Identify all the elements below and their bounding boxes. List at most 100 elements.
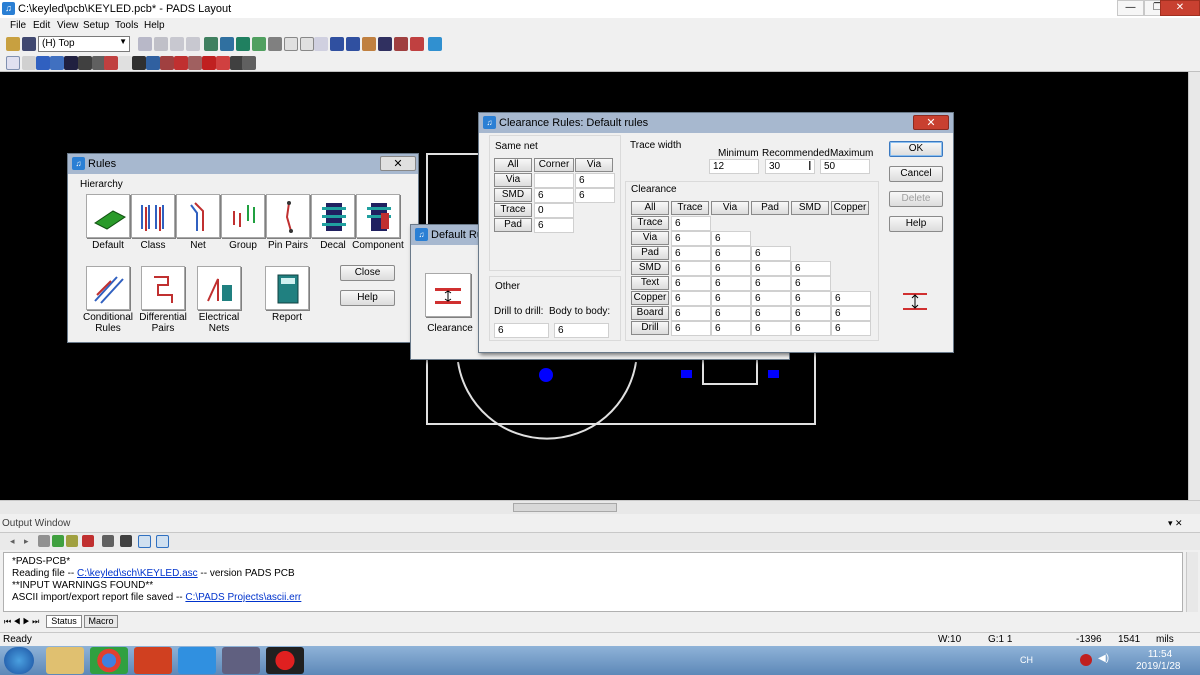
undo-icon[interactable]: [284, 37, 298, 51]
clearance-col-all-button[interactable]: All: [631, 201, 669, 215]
clearance-cell[interactable]: 6: [791, 261, 831, 276]
select-line-icon[interactable]: [22, 56, 36, 70]
print-icon[interactable]: [102, 535, 114, 547]
minimum-input[interactable]: 12: [709, 159, 759, 174]
same-net-cell[interactable]: 0: [534, 203, 574, 218]
select-shapes-icon[interactable]: [216, 56, 230, 70]
language-indicator[interactable]: CH: [1020, 655, 1033, 665]
pads-layout-icon[interactable]: [178, 647, 216, 674]
differential-pairs-button[interactable]: [141, 266, 185, 310]
clearance-cell[interactable]: 6: [751, 291, 791, 306]
output-scrollbar[interactable]: [1186, 552, 1198, 612]
select-keepouts-icon[interactable]: [104, 56, 118, 70]
copy-icon[interactable]: [138, 37, 152, 51]
powerpoint-icon[interactable]: [134, 647, 172, 674]
same-net-cell[interactable]: [534, 173, 574, 188]
properties-icon[interactable]: [170, 37, 184, 51]
clearance-row-board-button[interactable]: Board: [631, 306, 669, 320]
same-net-cell[interactable]: 6: [575, 188, 615, 203]
chrome-icon[interactable]: [90, 647, 128, 674]
clearance-col-pad-button[interactable]: Pad: [751, 201, 789, 215]
close-button[interactable]: Close: [340, 265, 395, 281]
same-net-row-smd-button[interactable]: SMD: [494, 188, 532, 202]
clearance-row-trace-button[interactable]: Trace: [631, 216, 669, 230]
clearance-cell[interactable]: 6: [751, 261, 791, 276]
tab-macro[interactable]: Macro: [84, 615, 118, 628]
clearance-row-drill-button[interactable]: Drill: [631, 321, 669, 335]
component-rules-button[interactable]: [356, 194, 400, 238]
select-board-icon[interactable]: [160, 56, 174, 70]
clearance-row-via-button[interactable]: Via: [631, 231, 669, 245]
report-icon[interactable]: [410, 37, 424, 51]
menu-view[interactable]: View: [57, 20, 79, 31]
clearance-col-via-button[interactable]: Via: [711, 201, 749, 215]
help-button[interactable]: Help: [889, 216, 943, 232]
clearance-cell[interactable]: 6: [831, 291, 871, 306]
explorer-icon[interactable]: [46, 647, 84, 674]
menu-setup[interactable]: Setup: [83, 20, 109, 31]
maximum-input[interactable]: 50: [820, 159, 870, 174]
file-link[interactable]: C:\PADS Projects\ascii.err: [185, 592, 301, 603]
menu-edit[interactable]: Edit: [33, 20, 50, 31]
same-net-via-button[interactable]: Via: [575, 158, 613, 172]
redraw-icon[interactable]: [346, 37, 360, 51]
net-rules-button[interactable]: [176, 194, 220, 238]
clearance-row-smd-button[interactable]: SMD: [631, 261, 669, 275]
verify-icon[interactable]: [378, 37, 392, 51]
volume-icon[interactable]: ◀): [1098, 653, 1109, 664]
clearance-cell[interactable]: 6: [751, 321, 791, 336]
clearance-row-text-button[interactable]: Text: [631, 276, 669, 290]
forward-icon[interactable]: ▸: [24, 536, 29, 547]
clearance-cell[interactable]: 6: [671, 246, 711, 261]
columns-icon[interactable]: [156, 535, 169, 548]
file-link[interactable]: C:\keyled\sch\KEYLED.asc: [77, 568, 198, 579]
drafting-icon[interactable]: [220, 37, 234, 51]
select-nets-icon[interactable]: [50, 56, 64, 70]
menu-file[interactable]: File: [10, 20, 26, 31]
ok-button[interactable]: OK: [889, 141, 943, 157]
same-net-cell[interactable]: 6: [575, 173, 615, 188]
clearance-cell[interactable]: 6: [751, 276, 791, 291]
report-button[interactable]: [265, 266, 309, 310]
clearance-row-copper-button[interactable]: Copper: [631, 291, 669, 305]
pour-icon[interactable]: [330, 37, 344, 51]
tab-nav-icon[interactable]: ⏮ ◀ ▶ ⏭: [4, 617, 39, 627]
clearance-cell[interactable]: 6: [671, 216, 711, 231]
select-arrow-icon[interactable]: [6, 56, 20, 70]
menu-tools[interactable]: Tools: [115, 20, 138, 31]
horizontal-scrollbar[interactable]: [0, 500, 1200, 514]
clearance-cell[interactable]: 6: [711, 276, 751, 291]
close-icon[interactable]: ✕: [380, 156, 416, 171]
cam-icon[interactable]: [362, 37, 376, 51]
layer-select[interactable]: (H) Top ▼: [38, 36, 130, 52]
clearance-col-trace-button[interactable]: Trace: [671, 201, 709, 215]
clock-date[interactable]: 2019/1/28: [1136, 661, 1181, 672]
zoom-icon[interactable]: [314, 37, 328, 51]
home-icon[interactable]: [66, 535, 78, 547]
run-icon[interactable]: [52, 535, 64, 547]
horizontal-scroll-thumb[interactable]: [513, 503, 617, 512]
stop-icon[interactable]: [38, 535, 50, 547]
select-errors-icon[interactable]: [174, 56, 188, 70]
clearance-cell[interactable]: 6: [671, 276, 711, 291]
pads-router-icon[interactable]: [222, 647, 260, 674]
clearance-cell[interactable]: 6: [831, 321, 871, 336]
same-net-cell[interactable]: 6: [534, 218, 574, 233]
clearance-cell[interactable]: 6: [711, 291, 751, 306]
same-net-cell[interactable]: 6: [534, 188, 574, 203]
close-icon[interactable]: ✕: [913, 115, 949, 130]
clearance-cell[interactable]: 6: [791, 276, 831, 291]
conditional-rules-button[interactable]: [86, 266, 130, 310]
select-text-icon[interactable]: [118, 56, 132, 70]
clearance-cell[interactable]: 6: [831, 306, 871, 321]
select-labels-icon[interactable]: [132, 56, 146, 70]
help-button[interactable]: Help: [340, 290, 395, 306]
save-icon[interactable]: [22, 37, 36, 51]
select-vias-icon[interactable]: [78, 56, 92, 70]
pin-pairs-rules-button[interactable]: [266, 194, 310, 238]
output-text-area[interactable]: *PADS-PCB* Reading file -- C:\keyled\sch…: [3, 552, 1183, 612]
clearance-button[interactable]: [425, 273, 471, 317]
clock-time[interactable]: 11:54: [1140, 649, 1180, 660]
clearance-cell[interactable]: 6: [671, 231, 711, 246]
clearance-cell[interactable]: 6: [791, 306, 831, 321]
